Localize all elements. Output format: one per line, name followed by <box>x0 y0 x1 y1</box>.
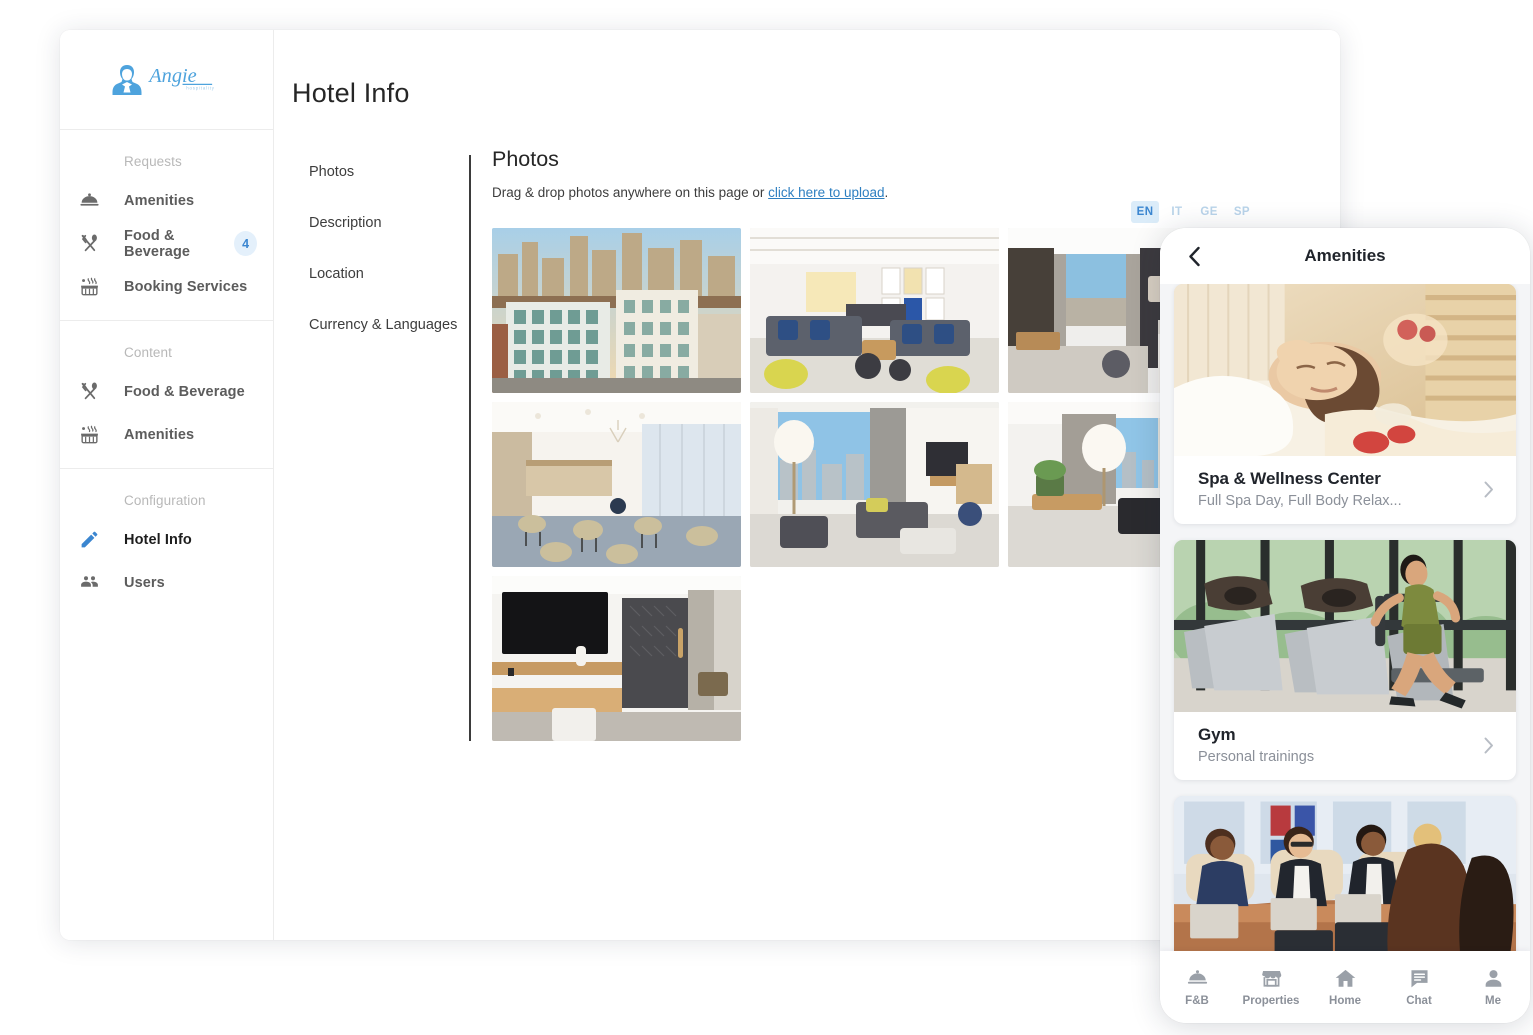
photo-thumbnail[interactable] <box>492 402 741 567</box>
amenity-title: Gym <box>1198 725 1236 744</box>
sidebar-group-label: Requests <box>124 154 182 169</box>
lang-tab-it[interactable]: IT <box>1163 201 1190 223</box>
bottom-nav-label: F&B <box>1185 995 1209 1007</box>
photo-thumbnail[interactable] <box>492 228 741 393</box>
meeting-room-photo <box>1174 796 1516 951</box>
angie-wordmark: Angie hospitality <box>147 63 222 96</box>
home-icon <box>1334 967 1357 990</box>
photo-thumbnail[interactable] <box>492 576 741 741</box>
amenity-card-spa[interactable]: Spa & Wellness Center Full Spa Day, Full… <box>1174 284 1516 524</box>
language-selector: EN IT GE SP <box>1130 201 1256 223</box>
tab-currency-languages[interactable]: Currency & Languages <box>309 308 469 342</box>
sidebar-badge-count: 4 <box>234 231 257 256</box>
bottom-nav-chat[interactable]: Chat <box>1382 967 1456 1007</box>
hot-tub-icon <box>78 424 100 446</box>
sidebar-item-amenities-content[interactable]: Amenities <box>60 413 273 456</box>
sidebar-group-label: Configuration <box>124 493 206 508</box>
bottom-nav-label: Me <box>1485 995 1501 1007</box>
amenity-title: Spa & Wellness Center <box>1198 469 1381 488</box>
svg-text:Angie: Angie <box>148 65 197 87</box>
brand-logo[interactable]: Angie hospitality <box>60 30 273 130</box>
sidebar-item-label: Food & Beverage <box>124 383 245 400</box>
chevron-right-icon <box>1478 737 1500 754</box>
sidebar-section-requests: Requests Amenities Food & Beverage 4 Boo… <box>60 130 273 321</box>
people-icon <box>78 572 100 594</box>
upload-hint-prefix: Drag & drop photos anywhere on this page… <box>492 185 769 200</box>
sidebar-item-amenities-requests[interactable]: Amenities <box>60 179 273 222</box>
tab-location[interactable]: Location <box>309 257 469 291</box>
room-service-icon <box>78 190 100 212</box>
mobile-bottom-nav: F&B Properties Home Chat Me <box>1160 951 1530 1023</box>
bottom-nav-fb[interactable]: F&B <box>1160 967 1234 1007</box>
chat-bubble-icon <box>1408 967 1431 990</box>
chevron-right-icon <box>1478 481 1500 498</box>
amenities-list[interactable]: Spa & Wellness Center Full Spa Day, Full… <box>1160 284 1530 951</box>
pencil-icon <box>78 529 100 551</box>
mobile-app-preview: Amenities Spa & Wellness Center Full Spa… <box>1160 228 1530 1023</box>
angie-avatar-icon <box>111 63 143 97</box>
sidebar-item-food-beverage-content[interactable]: Food & Beverage <box>60 370 273 413</box>
page-title: Hotel Info <box>292 78 410 108</box>
tab-description[interactable]: Description <box>309 206 469 240</box>
lang-tab-en[interactable]: EN <box>1130 201 1160 223</box>
sidebar-section-configuration: Configuration Hotel Info Users <box>60 469 273 616</box>
sidebar-group-label: Content <box>124 345 172 360</box>
sidebar-item-food-beverage-requests[interactable]: Food & Beverage 4 <box>60 222 273 265</box>
lang-tab-sp[interactable]: SP <box>1228 201 1256 223</box>
fork-spoon-icon <box>78 381 100 403</box>
panel-heading: Photos <box>492 147 559 171</box>
sidebar-item-users[interactable]: Users <box>60 561 273 604</box>
spa-massage-photo <box>1174 284 1516 456</box>
room-service-icon <box>1186 967 1209 990</box>
sidebar-section-content: Content Food & Beverage Amenities <box>60 321 273 469</box>
lang-tab-ge[interactable]: GE <box>1194 201 1223 223</box>
bottom-nav-properties[interactable]: Properties <box>1234 967 1308 1007</box>
chevron-left-icon[interactable] <box>1172 234 1216 278</box>
bottom-nav-home[interactable]: Home <box>1308 967 1382 1007</box>
gym-treadmill-photo <box>1174 540 1516 712</box>
store-icon <box>1260 967 1283 990</box>
sidebar-item-booking-services[interactable]: Booking Services <box>60 265 273 308</box>
app-window: Angie hospitality Requests Amenities Foo… <box>60 30 1340 940</box>
upload-hint: Drag & drop photos anywhere on this page… <box>492 185 1340 200</box>
upload-link[interactable]: click here to upload <box>768 185 884 200</box>
sidebar-item-label: Amenities <box>124 192 195 209</box>
bottom-nav-label: Home <box>1329 995 1361 1007</box>
photo-thumbnail[interactable] <box>750 228 999 393</box>
photo-thumbnail[interactable] <box>750 402 999 567</box>
person-icon <box>1482 967 1505 990</box>
bottom-nav-label: Chat <box>1406 995 1432 1007</box>
fork-spoon-icon <box>78 233 100 255</box>
upload-hint-suffix: . <box>884 185 889 200</box>
sidebar-item-label: Amenities <box>124 426 195 443</box>
sidebar: Angie hospitality Requests Amenities Foo… <box>60 30 274 940</box>
photo-grid <box>492 228 1257 741</box>
mobile-header: Amenities <box>1160 228 1530 284</box>
bottom-nav-me[interactable]: Me <box>1456 967 1530 1007</box>
svg-text:hospitality: hospitality <box>186 85 215 90</box>
sidebar-item-label: Booking Services <box>124 278 248 295</box>
hot-tub-icon <box>78 276 100 298</box>
amenity-card-meeting[interactable] <box>1174 796 1516 951</box>
tab-photos[interactable]: Photos <box>309 155 469 189</box>
sidebar-item-hotel-info[interactable]: Hotel Info <box>60 518 273 561</box>
bottom-nav-label: Properties <box>1242 995 1300 1007</box>
amenity-subtitle: Personal trainings <box>1198 749 1315 765</box>
sidebar-item-label: Hotel Info <box>124 531 192 548</box>
amenity-subtitle: Full Spa Day, Full Body Relax... <box>1198 493 1402 509</box>
sidebar-item-label: Food & Beverage <box>124 227 191 260</box>
amenity-card-gym[interactable]: Gym Personal trainings <box>1174 540 1516 780</box>
settings-tab-list: Photos Description Location Currency & L… <box>274 155 469 741</box>
sidebar-item-label: Users <box>124 574 165 591</box>
